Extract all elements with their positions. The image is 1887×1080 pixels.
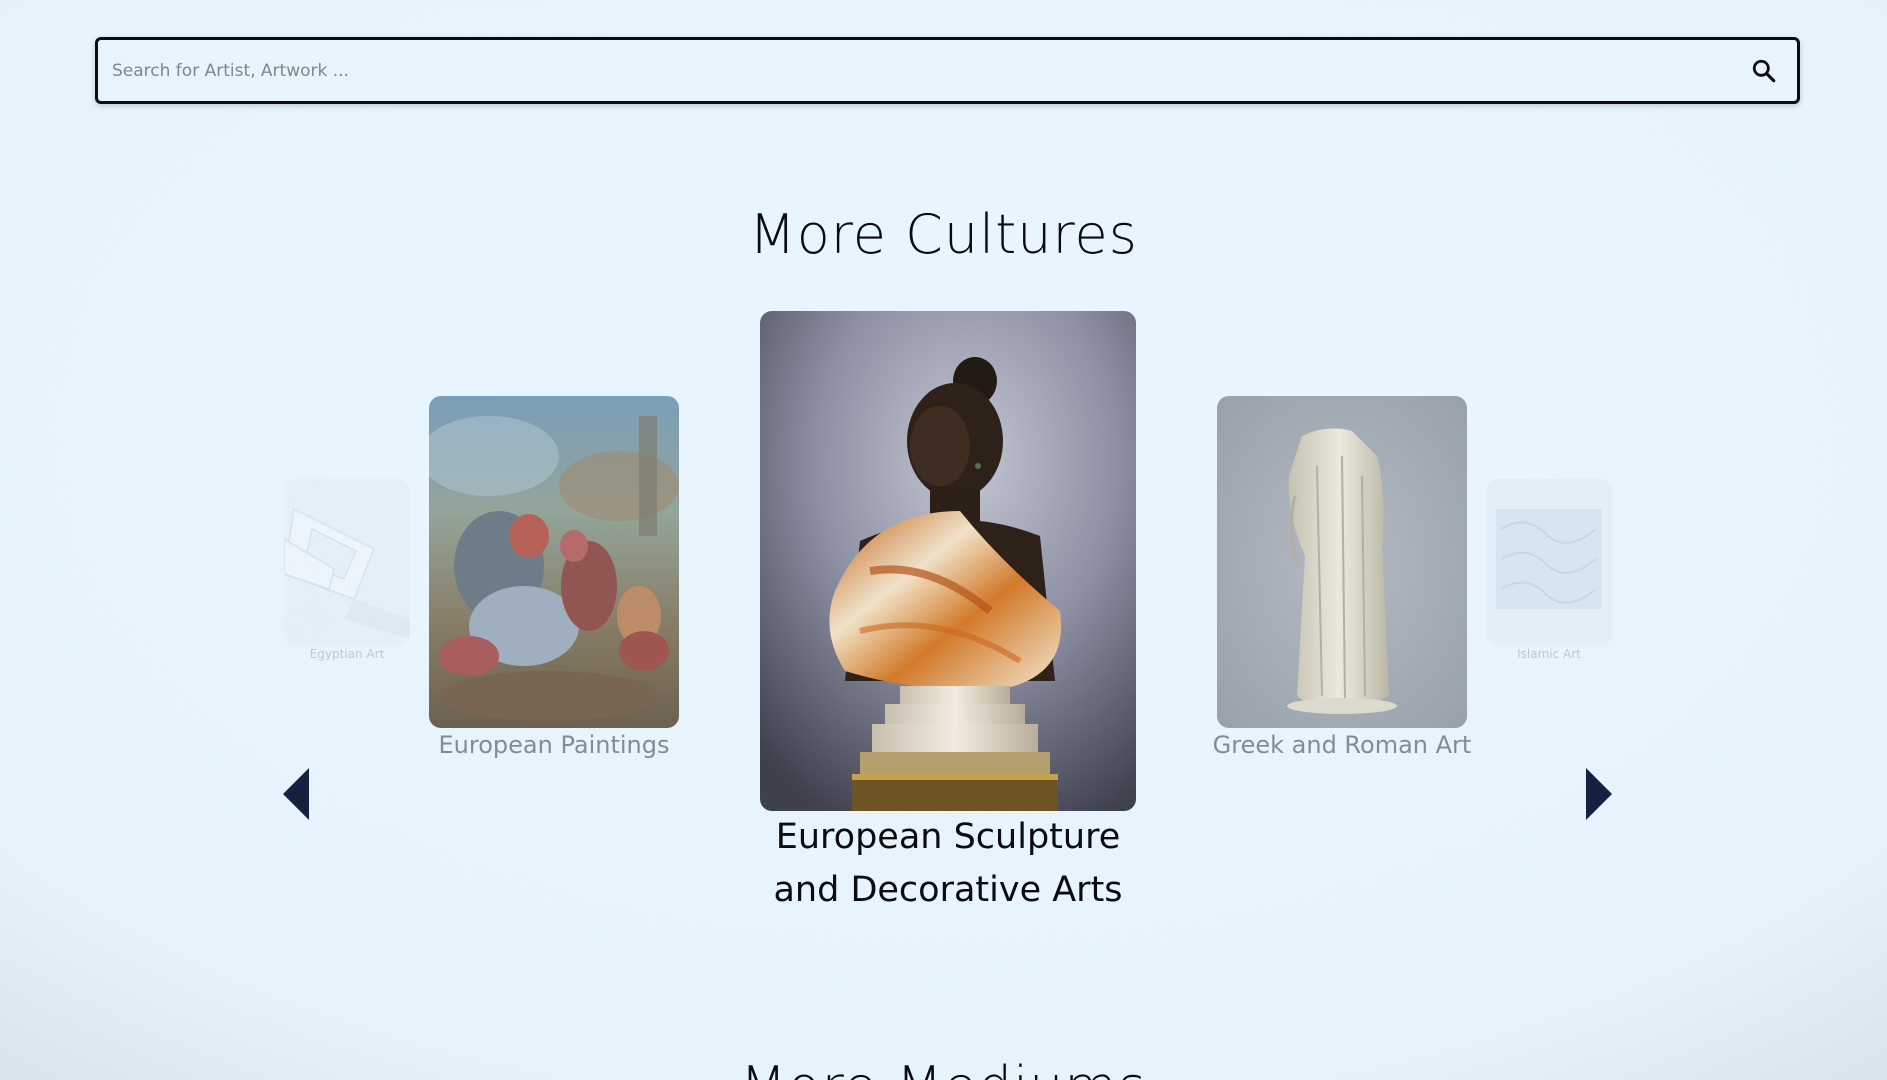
carousel-next-button[interactable]: [1584, 768, 1612, 820]
carousel-card-image: [284, 479, 410, 645]
search-bar: [95, 37, 1800, 104]
carousel-card-greek-roman-art[interactable]: Greek and Roman Art: [1213, 396, 1471, 759]
caret-left-icon: [283, 768, 309, 820]
section-title-mediums: More Mediums: [0, 1055, 1887, 1080]
caret-right-icon: [1586, 768, 1612, 820]
carousel-card-european-sculpture[interactable]: European Sculpture and Decorative Arts: [760, 311, 1136, 910]
carousel-card-image: [1486, 479, 1612, 645]
carousel-card-egyptian-art[interactable]: Egyptian Art: [284, 479, 410, 661]
carousel-card-label: European Sculpture and Decorative Arts: [773, 817, 1123, 910]
search-button[interactable]: [1749, 56, 1779, 86]
carousel-card-image: [760, 311, 1136, 811]
carousel-card-image: [1217, 396, 1467, 728]
carousel-card-label: Islamic Art: [1517, 647, 1581, 661]
section-title-cultures: More Cultures: [749, 203, 1138, 266]
carousel-card-islamic-art[interactable]: Islamic Art: [1486, 479, 1612, 661]
search-icon: [1752, 59, 1776, 83]
carousel-card-image: [429, 396, 679, 728]
carousel-card-label: Egyptian Art: [309, 647, 385, 661]
carousel-card-european-paintings[interactable]: European Paintings: [429, 396, 679, 759]
carousel-card-label: European Paintings: [438, 731, 670, 759]
search-input[interactable]: [112, 40, 1732, 101]
carousel-card-label: Greek and Roman Art: [1212, 731, 1472, 759]
carousel-prev-button[interactable]: [283, 768, 311, 820]
